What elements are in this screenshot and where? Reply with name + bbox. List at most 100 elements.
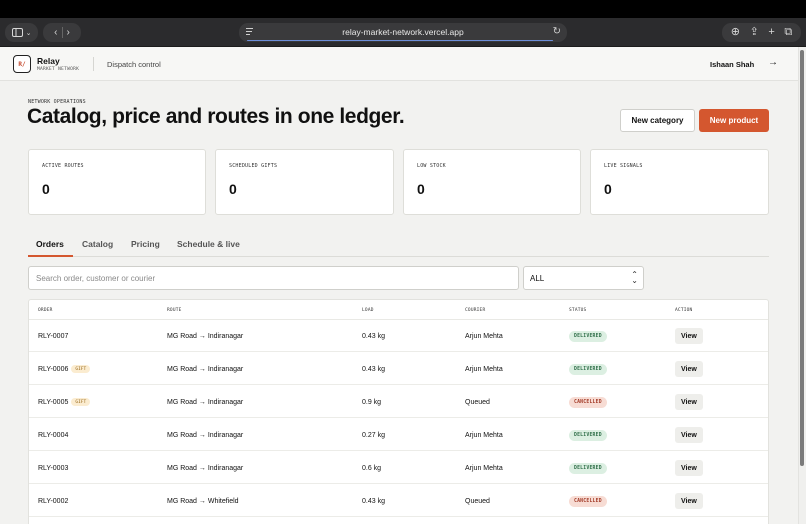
url-text: relay-market-network.vercel.app xyxy=(342,27,464,37)
action-cell: View xyxy=(675,485,703,517)
load-cell: 0.43 kg xyxy=(362,485,385,517)
route-cell-text: MG Road → Indiranagar xyxy=(167,398,244,406)
column-header-status: STATUS xyxy=(569,308,587,313)
load-cell-text: 0.43 kg xyxy=(362,332,385,340)
status-cell: DELIVERED xyxy=(569,353,607,385)
route-cell: MG Road → Indiranagar xyxy=(167,353,243,385)
view-button[interactable]: View xyxy=(675,460,703,476)
loading-progress xyxy=(247,39,553,41)
brand-logo[interactable]: R/ xyxy=(13,55,31,73)
reload-icon[interactable]: ↻ xyxy=(553,26,561,37)
courier-cell: Queued xyxy=(465,485,490,517)
tabs-divider xyxy=(28,256,769,257)
table-row[interactable]: RLY-0005 GIFT MG Road → Indiranagar 0.9 kg Q… xyxy=(29,386,768,418)
stat-value: 0 xyxy=(229,181,237,197)
stat-label: LIVE SIGNALS xyxy=(604,163,643,169)
status-filter-value: ALL xyxy=(530,274,545,283)
scrollbar-thumb[interactable] xyxy=(800,50,804,466)
browser-toolbar: ⌄ ‹ › relay-market-network.vercel.app ↻ … xyxy=(0,18,806,47)
stat-value: 0 xyxy=(417,181,425,197)
status-cell: DELIVERED xyxy=(569,452,607,484)
back-icon[interactable]: ‹ xyxy=(54,27,57,38)
route-cell: MG Road → Indiranagar xyxy=(167,386,243,418)
courier-cell: Arjun Mehta xyxy=(465,419,503,451)
column-header-courier: COURIER xyxy=(465,308,486,313)
stat-card-live-signals: LIVE SIGNALS 0 xyxy=(590,149,769,215)
table-row[interactable]: RLY-0007 MG Road → Indiranagar 0.43 kg Arju… xyxy=(29,320,768,352)
share-icon[interactable]: ⇪ xyxy=(750,27,759,38)
search-input[interactable] xyxy=(28,266,519,290)
tab-catalog[interactable]: Catalog xyxy=(82,239,113,249)
table-row[interactable]: RLY-0003 MG Road → Indiranagar 0.6 kg Arjun… xyxy=(29,452,768,484)
page-title: Catalog, price and routes in one ledger. xyxy=(27,105,405,128)
column-header-load: LOAD xyxy=(362,308,374,313)
load-cell: 0.43 kg xyxy=(362,353,385,385)
courier-cell-text: Arjun Mehta xyxy=(465,332,503,340)
tabs-overview-icon[interactable]: ⧉ xyxy=(784,27,792,38)
status-badge: CANCELLED xyxy=(569,495,607,507)
courier-cell-text: Arjun Mehta xyxy=(465,464,503,472)
orders-table: ORDER ROUTE LOAD COURIER STATUS ACTION R… xyxy=(28,299,769,524)
table-row[interactable]: RLY-0004 MG Road → Indiranagar 0.27 kg Arju… xyxy=(29,419,768,451)
arrow-right-icon[interactable]: → xyxy=(768,57,778,68)
courier-cell: Arjun Mehta xyxy=(465,452,503,484)
status-badge: DELIVERED xyxy=(569,462,607,474)
sidebar-icon xyxy=(11,28,23,37)
load-cell: 0.6 kg xyxy=(362,452,381,484)
stat-label: ACTIVE ROUTES xyxy=(42,163,84,169)
tab-schedule-live[interactable]: Schedule & live xyxy=(177,239,240,249)
load-cell-text: 0.43 kg xyxy=(362,497,385,505)
download-icon[interactable]: ⊕ xyxy=(731,27,740,38)
action-cell: View xyxy=(675,320,703,352)
route-cell-text: MG Road → Indiranagar xyxy=(167,431,244,439)
table-row[interactable]: RLY-0006 GIFT MG Road → Indiranagar 0.43 kg… xyxy=(29,353,768,385)
new-product-button[interactable]: New product xyxy=(699,109,769,132)
chevron-down-icon: ⌄ xyxy=(25,29,32,37)
view-button[interactable]: View xyxy=(675,328,703,344)
table-row[interactable]: RLY-0002 MG Road → Whitefield 0.43 kg Queue… xyxy=(29,485,768,517)
status-cell: DELIVERED xyxy=(569,419,607,451)
forward-icon[interactable]: › xyxy=(67,27,70,38)
gift-badge: GIFT xyxy=(71,365,91,373)
header-divider xyxy=(93,57,94,71)
sidebar-toggle-button[interactable]: ⌄ xyxy=(5,23,38,42)
status-cell: CANCELLED xyxy=(569,485,607,517)
courier-cell-text: Arjun Mehta xyxy=(465,431,503,439)
tab-orders[interactable]: Orders xyxy=(36,239,64,249)
active-tab-indicator xyxy=(28,255,73,257)
load-cell-text: 0.9 kg xyxy=(362,398,382,406)
view-button[interactable]: View xyxy=(675,427,703,443)
action-cell: View xyxy=(675,386,703,418)
route-cell-text: MG Road → Indiranagar xyxy=(167,464,244,472)
new-tab-icon[interactable]: + xyxy=(768,27,774,38)
order-id-cell: RLY-0002 xyxy=(38,485,68,517)
load-cell: 0.27 kg xyxy=(362,419,385,451)
new-category-button[interactable]: New category xyxy=(620,109,695,132)
route-cell-text: MG Road → Whitefield xyxy=(167,497,239,505)
view-button[interactable]: View xyxy=(675,394,703,410)
view-button[interactable]: View xyxy=(675,493,703,509)
route-cell: MG Road → Indiranagar xyxy=(167,320,243,352)
status-cell: DELIVERED xyxy=(569,320,607,352)
address-bar[interactable]: relay-market-network.vercel.app ↻ xyxy=(239,23,567,42)
order-id-cell: RLY-0007 xyxy=(38,320,68,352)
courier-cell: Queued xyxy=(465,386,490,418)
order-id-cell-text: RLY-0003 xyxy=(38,464,69,472)
status-filter-select[interactable]: ALL ⌃ ⌄ xyxy=(523,266,644,290)
courier-cell-text: Queued xyxy=(465,398,490,406)
stat-value: 0 xyxy=(42,181,50,197)
user-name[interactable]: Ishaan Shah xyxy=(710,60,754,69)
order-id-cell: RLY-0003 xyxy=(38,452,68,484)
action-cell: View xyxy=(675,419,703,451)
action-cell: View xyxy=(675,353,703,385)
courier-cell: Arjun Mehta xyxy=(465,353,503,385)
courier-cell-text: Arjun Mehta xyxy=(465,365,503,373)
view-button[interactable]: View xyxy=(675,361,703,377)
order-id-cell-text: RLY-0005 xyxy=(38,398,69,406)
column-header-action: ACTION xyxy=(675,308,693,313)
column-header-route: ROUTE xyxy=(167,308,182,313)
stat-card-active-routes: ACTIVE ROUTES 0 xyxy=(28,149,206,215)
tab-pricing[interactable]: Pricing xyxy=(131,239,160,249)
stat-label: SCHEDULED GIFTS xyxy=(229,163,278,169)
status-badge: DELIVERED xyxy=(569,429,607,441)
